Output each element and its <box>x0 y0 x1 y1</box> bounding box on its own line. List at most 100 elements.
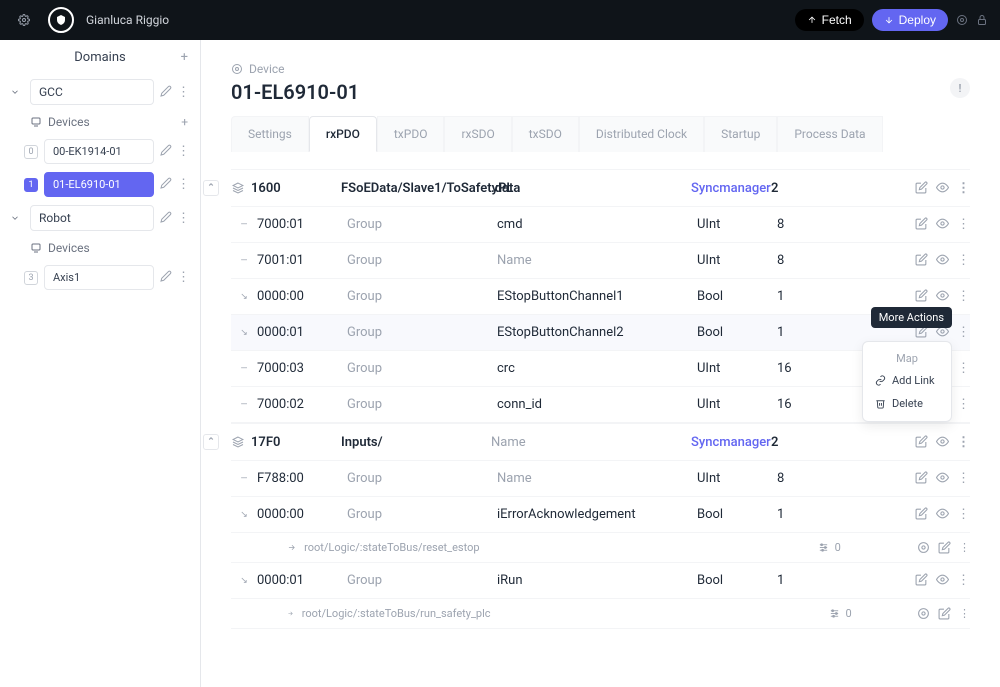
edit-icon <box>915 289 928 302</box>
more-button[interactable]: ⋮ <box>957 471 970 486</box>
more-button[interactable]: ⋮ <box>957 289 970 304</box>
tab-txpdo[interactable]: txPDO <box>377 116 445 152</box>
pdo-entry-row[interactable]: ↘ 0000:00 Group EStopButtonChannel1 Bool… <box>231 279 970 315</box>
add-device-button[interactable]: + <box>181 115 188 129</box>
pdo-entry-row[interactable]: ↘ 0000:01 Group EStopButtonChannel2 Bool… <box>231 315 970 351</box>
tab-txsdo[interactable]: txSDO <box>512 116 579 152</box>
entry-group: Group <box>347 471 497 486</box>
more-button[interactable]: ⋮ <box>177 144 190 159</box>
header-lock-icon[interactable] <box>976 14 988 26</box>
entry-type: UInt <box>697 361 777 376</box>
edit-button[interactable] <box>915 289 928 304</box>
view-button[interactable] <box>936 507 949 522</box>
stack-icon <box>232 182 244 194</box>
popover-delete[interactable]: Delete <box>863 392 951 415</box>
row-arrow: — <box>231 400 257 410</box>
pdo-entry-row[interactable]: ↘ 0000:00 Group iErrorAcknowledgement Bo… <box>231 497 970 533</box>
more-button[interactable]: ⋮ <box>177 270 190 285</box>
tab-settings[interactable]: Settings <box>231 116 309 152</box>
more-button[interactable]: ⋮ <box>957 361 970 376</box>
view-button[interactable] <box>936 435 949 450</box>
entry-index: 7000:02 <box>257 397 347 412</box>
app-logo[interactable] <box>48 7 74 33</box>
tab-distributed-clock[interactable]: Distributed Clock <box>579 116 704 152</box>
more-button[interactable]: ⋮ <box>177 211 190 226</box>
more-button[interactable]: ⋮ <box>957 217 970 232</box>
more-button[interactable]: ⋮ <box>959 607 970 620</box>
more-button[interactable]: ⋮ <box>957 253 970 268</box>
edit-button[interactable] <box>915 217 928 232</box>
device-item[interactable]: 01-EL6910-01 <box>44 172 154 197</box>
header-settings-icon[interactable] <box>956 14 968 26</box>
edit-button[interactable] <box>938 607 951 620</box>
row-arrow: ↘ <box>231 328 257 338</box>
view-button[interactable] <box>936 253 949 268</box>
edit-button[interactable] <box>915 181 928 196</box>
edit-button[interactable] <box>915 507 928 522</box>
link-settings-button[interactable] <box>917 541 930 554</box>
entry-type: UInt <box>697 471 777 486</box>
edit-icon <box>915 253 928 266</box>
more-button[interactable]: ⋮ <box>957 181 970 196</box>
more-button[interactable]: ⋮ <box>957 435 970 450</box>
view-button[interactable] <box>936 217 949 232</box>
collapse-toggle[interactable]: ⌃ <box>203 180 219 196</box>
edit-button[interactable] <box>915 435 928 450</box>
pdo-link-row: root/Logic/:stateToBus/run_safety_plc 0 … <box>231 599 970 629</box>
view-button[interactable] <box>936 181 949 196</box>
edit-button[interactable] <box>160 211 172 226</box>
edit-button[interactable] <box>915 471 928 486</box>
edit-button[interactable] <box>160 270 172 285</box>
more-button[interactable]: ⋮ <box>959 541 970 554</box>
row-arrow: ↘ <box>231 576 257 586</box>
edit-button[interactable] <box>915 253 928 268</box>
edit-button[interactable] <box>160 85 172 100</box>
device-item[interactable]: 00-EK1914-01 <box>44 139 154 164</box>
entry-name: conn_id <box>497 397 697 412</box>
more-button[interactable]: ⋮ <box>957 507 970 522</box>
edit-button[interactable] <box>160 177 172 192</box>
eye-icon <box>936 217 949 230</box>
domain-box[interactable]: Robot <box>30 205 154 231</box>
view-button[interactable] <box>936 471 949 486</box>
more-button[interactable]: ⋮ <box>177 177 190 192</box>
view-button[interactable] <box>936 573 949 588</box>
domain-toggle[interactable] <box>10 87 24 97</box>
settings-gear-button[interactable] <box>12 8 36 32</box>
pdo-entry-row[interactable]: — 7000:01 Group cmd UInt 8 ⋮ <box>231 207 970 243</box>
add-domain-button[interactable]: + <box>181 50 188 65</box>
trash-icon <box>875 398 886 409</box>
collapse-toggle[interactable]: ⌃ <box>203 434 219 450</box>
pdo-entry-row[interactable]: — 7000:02 Group conn_id UInt 16 ⋮ <box>231 387 970 423</box>
more-button[interactable]: ⋮ <box>957 573 970 588</box>
edit-button[interactable] <box>160 144 172 159</box>
edit-button[interactable] <box>938 541 951 554</box>
domain-toggle[interactable] <box>10 213 24 223</box>
link-settings-button[interactable] <box>917 607 930 620</box>
device-item[interactable]: Axis1 <box>44 265 154 290</box>
popover-add-link[interactable]: Add Link <box>863 369 951 392</box>
sliders-icon <box>829 608 840 619</box>
edit-icon <box>160 85 172 97</box>
domain-box[interactable]: GCC <box>30 79 154 105</box>
deploy-button[interactable]: Deploy <box>872 9 948 31</box>
edit-button[interactable] <box>915 573 928 588</box>
more-button[interactable]: ⋮ <box>177 85 190 100</box>
more-button[interactable]: ⋮ <box>957 397 970 412</box>
info-badge[interactable]: ! <box>950 78 970 98</box>
pdo-entry-row[interactable]: — F788:00 Group Name UInt 8 ⋮ <box>231 461 970 497</box>
edit-icon <box>915 435 928 448</box>
view-button[interactable] <box>936 289 949 304</box>
pdo-entry-row[interactable]: ↘ 0000:01 Group iRun Bool 1 ⋮ <box>231 563 970 599</box>
fetch-button[interactable]: Fetch <box>795 9 864 31</box>
pdo-entry-row[interactable]: — 7001:01 Group Name UInt 8 ⋮ <box>231 243 970 279</box>
eye-icon <box>936 435 949 448</box>
pdo-entry-row[interactable]: — 7000:03 Group crc UInt 16 ⋮ <box>231 351 970 387</box>
tab-rxpdo[interactable]: rxPDO <box>309 116 377 152</box>
tab-rxsdo[interactable]: rxSDO <box>444 116 511 152</box>
tab-process-data[interactable]: Process Data <box>777 116 882 152</box>
entry-index: 7000:01 <box>257 217 347 232</box>
edit-icon <box>915 181 928 194</box>
tab-startup[interactable]: Startup <box>704 116 777 152</box>
more-button[interactable]: ⋮ <box>957 325 970 340</box>
